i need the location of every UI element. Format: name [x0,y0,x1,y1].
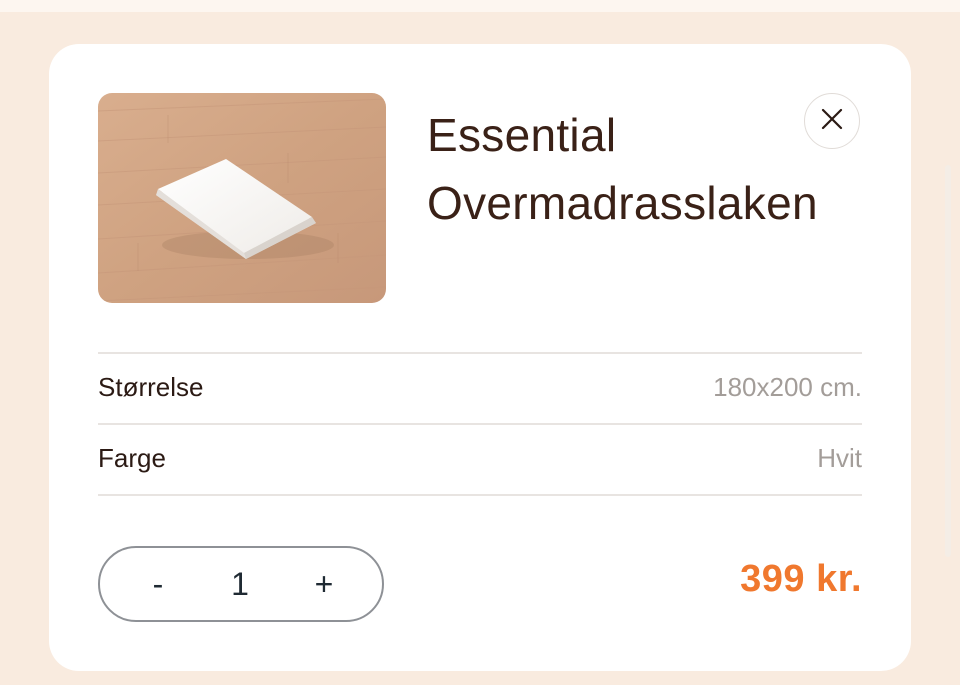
product-title-line2: Overmadrasslaken [427,177,818,229]
close-icon [821,108,843,135]
product-price: 399 kr. [740,558,862,600]
product-title-line1: Essential [427,109,617,161]
quantity-decrement-button[interactable]: - [128,548,188,620]
quantity-value: 1 [231,565,249,602]
attribute-value-size: 180x200 cm. [713,372,862,402]
product-image [98,93,386,303]
product-title: Essential Overmadrasslaken [427,101,818,237]
divider-middle [98,423,862,425]
close-button[interactable] [804,93,860,149]
attribute-label-color: Farge [98,443,166,473]
product-photo [98,93,386,303]
attribute-label-size: Størrelse [98,372,204,402]
quantity-increment-button[interactable]: + [294,548,354,620]
attribute-value-color: Hvit [817,443,862,473]
cart-item-card: Essential Overmadrasslaken Størrelse 180… [49,44,911,671]
top-strip [0,0,960,12]
divider-bottom [98,494,862,496]
scrollbar[interactable] [945,165,951,557]
divider-top [98,352,862,354]
quantity-stepper: - 1 + [98,546,384,622]
